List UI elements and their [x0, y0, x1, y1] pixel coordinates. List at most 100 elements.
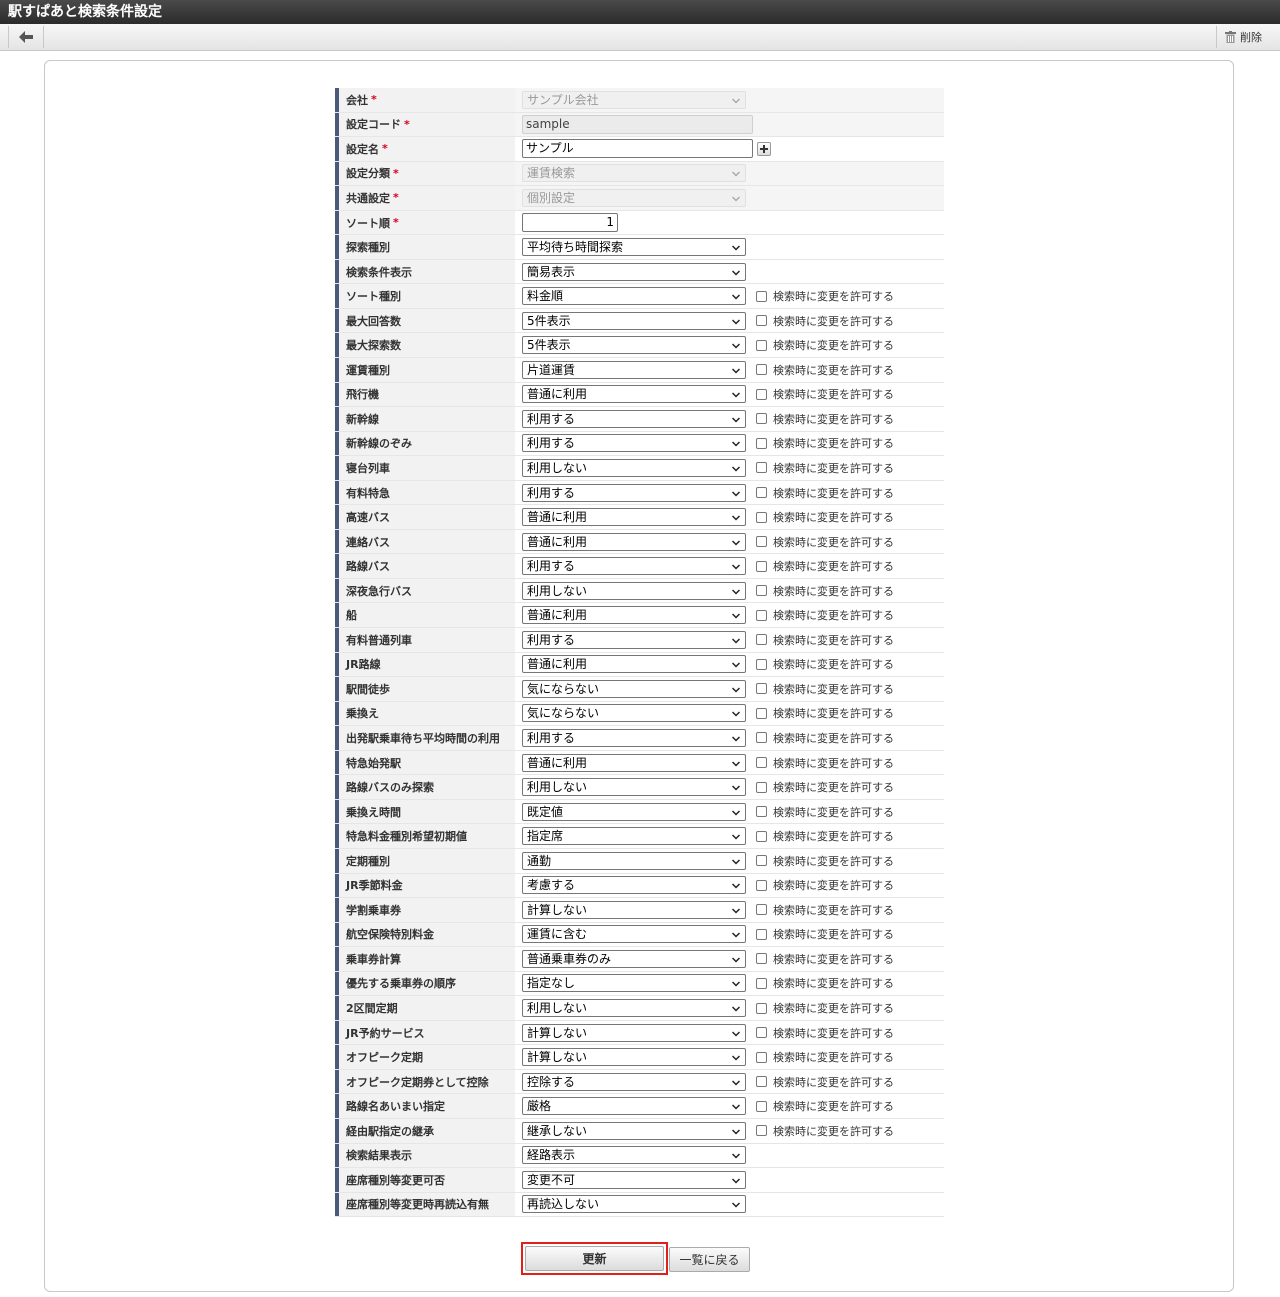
field-select[interactable]: 普通に利用 [522, 606, 746, 625]
field-select[interactable]: 利用する [522, 483, 746, 502]
sort-order-input[interactable]: 1 [522, 213, 618, 232]
allow-change-checkbox[interactable] [756, 339, 767, 351]
field-label: 特急料金種別希望初期値 [335, 824, 515, 848]
allow-change-checkbox[interactable] [756, 830, 767, 842]
field-select[interactable]: 計算しない [522, 1048, 746, 1067]
allow-change-checkbox[interactable] [756, 634, 767, 646]
allow-change-checkbox[interactable] [756, 511, 767, 523]
allow-change-option: 検索時に変更を許可する [756, 730, 894, 746]
field-select[interactable]: 利用する [522, 728, 746, 747]
field-select[interactable]: 普通乗車券のみ [522, 949, 746, 968]
field-value: 平均待ち時間探索 [515, 235, 944, 259]
field-select[interactable]: 利用しない [522, 999, 746, 1017]
allow-change-checkbox[interactable] [756, 781, 767, 793]
field-label: 最大探索数 [335, 333, 515, 358]
field-label-text: オフピーク定期 [346, 1051, 423, 1065]
field-select[interactable]: 気にならない [522, 704, 746, 723]
allow-change-checkbox[interactable] [756, 879, 767, 891]
field-select[interactable]: 控除する [522, 1072, 746, 1091]
allow-change-checkbox[interactable] [756, 953, 767, 965]
field-select[interactable]: 考慮する [522, 876, 746, 895]
field-select[interactable]: 平均待ち時間探索 [522, 238, 746, 257]
form-row: 検索条件表示 簡易表示 [335, 259, 944, 285]
field-select[interactable]: 変更不可 [522, 1170, 746, 1189]
allow-change-checkbox[interactable] [756, 1125, 767, 1137]
chevron-down-icon [732, 540, 740, 546]
allow-change-checkbox[interactable] [756, 364, 767, 376]
field-select[interactable]: 利用しない [522, 778, 746, 797]
chevron-down-icon [732, 908, 740, 914]
allow-change-checkbox[interactable] [756, 855, 767, 867]
allow-change-checkbox[interactable] [756, 413, 767, 425]
allow-change-checkbox[interactable] [756, 757, 767, 769]
select-value: 指定なし [527, 976, 576, 991]
field-select[interactable]: 利用しない [522, 581, 746, 600]
allow-change-checkbox[interactable] [756, 487, 767, 499]
field-select[interactable]: 普通に利用 [522, 385, 746, 404]
field-label: 有料普通列車 [335, 628, 515, 652]
update-button[interactable]: 更新 [525, 1246, 664, 1271]
allow-change-checkbox[interactable] [756, 1027, 767, 1039]
allow-change-checkbox[interactable] [756, 609, 767, 621]
allow-change-checkbox[interactable] [756, 904, 767, 916]
field-select[interactable]: 普通に利用 [522, 532, 746, 551]
field-select[interactable]: 5件表示 [522, 311, 746, 330]
field-select[interactable]: 利用する [522, 557, 746, 576]
field-select[interactable]: 継承しない [522, 1121, 746, 1140]
allow-change-checkbox[interactable] [756, 1100, 767, 1112]
field-select[interactable]: 計算しない [522, 900, 746, 919]
allow-change-checkbox[interactable] [756, 290, 767, 302]
allow-change-checkbox[interactable] [756, 1002, 767, 1014]
select-value: 普通乗車券のみ [527, 951, 612, 966]
allow-change-checkbox[interactable] [756, 977, 767, 989]
field-select[interactable]: 利用する [522, 409, 746, 428]
allow-change-checkbox[interactable] [756, 585, 767, 597]
form-row: 乗車券計算 普通乗車券のみ 検索時に変更を許可する [335, 947, 944, 972]
field-select[interactable]: 既定値 [522, 802, 746, 821]
allow-change-checkbox[interactable] [756, 462, 767, 474]
allow-change-checkbox[interactable] [756, 1076, 767, 1088]
field-select[interactable]: 簡易表示 [522, 262, 746, 281]
allow-change-checkbox[interactable] [756, 536, 767, 548]
allow-change-checkbox[interactable] [756, 928, 767, 940]
field-select[interactable]: 5件表示 [522, 336, 746, 355]
allow-change-checkbox[interactable] [756, 388, 767, 400]
field-label: 路線名あいまい指定 [335, 1094, 515, 1118]
field-select[interactable]: 経路表示 [522, 1146, 746, 1165]
name-input[interactable]: サンプル [522, 139, 753, 159]
field-select[interactable]: 料金順 [522, 287, 746, 306]
field-select[interactable]: 片道運賃 [522, 360, 746, 379]
allow-change-checkbox[interactable] [756, 658, 767, 670]
field-select[interactable]: 利用する [522, 434, 746, 453]
field-select[interactable]: 普通に利用 [522, 508, 746, 527]
chevron-down-icon [732, 859, 740, 865]
allow-change-checkbox[interactable] [756, 707, 767, 719]
allow-change-checkbox[interactable] [756, 315, 767, 327]
field-select[interactable]: 気にならない [522, 679, 746, 698]
field-select[interactable]: 利用する [522, 630, 746, 649]
allow-change-checkbox[interactable] [756, 560, 767, 572]
form-row: JR予約サービス 計算しない 検索時に変更を許可する [335, 1020, 944, 1046]
delete-button[interactable]: 削除 [1216, 26, 1270, 48]
field-select[interactable]: 厳格 [522, 1097, 746, 1116]
field-select[interactable]: 運賃に含む [522, 925, 746, 944]
allow-change-checkbox[interactable] [756, 806, 767, 818]
field-select[interactable]: 指定席 [522, 827, 746, 846]
field-select[interactable]: 計算しない [522, 1023, 746, 1042]
back-button[interactable] [8, 26, 44, 48]
add-locale-button[interactable] [757, 141, 771, 156]
field-select[interactable]: 普通に利用 [522, 753, 746, 772]
back-to-list-button[interactable]: 一覧に戻る [669, 1247, 750, 1272]
allow-change-checkbox[interactable] [756, 683, 767, 695]
field-label-text: 座席種別等変更時再読込有無 [346, 1198, 489, 1212]
field-label: 出発駅乗車待ち平均時間の利用 [335, 726, 515, 750]
field-select[interactable]: 通勤 [522, 851, 746, 870]
allow-change-checkbox[interactable] [756, 437, 767, 449]
field-select[interactable]: 利用しない [522, 458, 746, 477]
field-select[interactable]: 普通に利用 [522, 655, 746, 674]
field-select[interactable]: 再読込しない [522, 1195, 746, 1214]
field-select[interactable]: 指定なし [522, 974, 746, 993]
allow-change-checkbox[interactable] [756, 1051, 767, 1063]
allow-change-checkbox[interactable] [756, 732, 767, 744]
allow-change-option: 検索時に変更を許可する [756, 681, 894, 697]
